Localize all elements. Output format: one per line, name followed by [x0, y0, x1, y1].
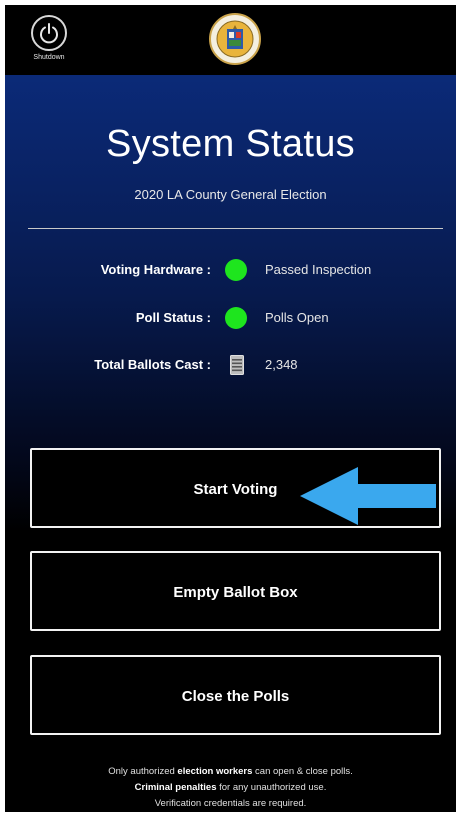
ballot-icon — [225, 354, 247, 376]
shutdown-button[interactable]: Shutdown — [25, 15, 73, 75]
shutdown-label: Shutdown — [33, 54, 65, 61]
ballot-count: 2,348 — [265, 357, 298, 372]
green-status-dot-icon — [225, 307, 247, 329]
status-panel: System Status 2020 LA County General Ele… — [5, 75, 456, 812]
green-status-dot-icon — [225, 259, 247, 281]
status-label: Voting Hardware : — [100, 262, 211, 277]
notice-line-2: Criminal penalties for any unauthorized … — [134, 782, 327, 793]
status-value: Polls Open — [265, 310, 329, 325]
county-seal-logo — [209, 13, 261, 65]
pointer-arrow-icon — [300, 467, 436, 525]
status-label: Total Ballots Cast : — [94, 357, 211, 372]
close-polls-button[interactable]: Close the Polls — [30, 655, 441, 735]
authorization-notice: Only authorized election workers can ope… — [5, 764, 456, 812]
status-row-total-ballots: Total Ballots Cast : 2,348 — [5, 350, 456, 380]
power-icon — [31, 15, 67, 51]
app-frame: Shutdown System Status 2020 LA County Ge… — [5, 5, 456, 812]
status-label: Poll Status : — [135, 310, 211, 325]
election-name: 2020 LA County General Election — [134, 187, 327, 202]
status-row-voting-hardware: Voting Hardware : Passed Inspection — [5, 255, 456, 285]
notice-line-1: Only authorized election workers can ope… — [108, 766, 353, 777]
status-row-poll-status: Poll Status : Polls Open — [5, 303, 456, 333]
notice-line-3: Verification credentials are required. — [154, 798, 307, 809]
page-title: System Status — [106, 123, 355, 165]
top-bar: Shutdown — [5, 5, 456, 75]
status-value: Passed Inspection — [265, 262, 372, 277]
divider — [28, 228, 443, 229]
empty-ballot-box-button[interactable]: Empty Ballot Box — [30, 551, 441, 631]
